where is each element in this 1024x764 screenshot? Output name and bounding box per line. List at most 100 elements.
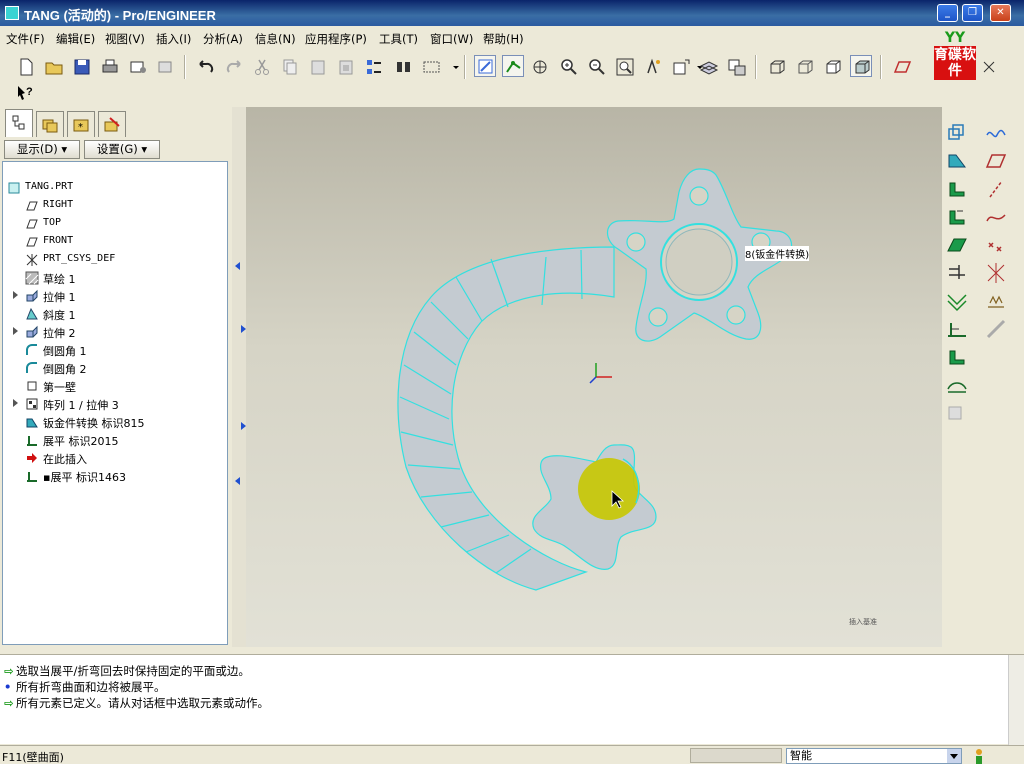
extend-wall-icon[interactable] — [945, 205, 969, 229]
analysis-feature-icon[interactable] — [984, 289, 1008, 313]
no-hidden-icon[interactable] — [822, 56, 844, 78]
expand-icon[interactable] — [13, 327, 18, 335]
menu-window[interactable]: 窗口(W) — [430, 31, 473, 47]
shading-icon[interactable] — [850, 55, 872, 77]
refit-icon[interactable] — [614, 56, 636, 78]
spin-center-icon[interactable] — [502, 55, 524, 77]
menu-tools[interactable]: 工具(T) — [379, 31, 418, 47]
svg-text:*: * — [78, 122, 83, 133]
toolbar-separator — [464, 55, 466, 79]
model-tree-panel: * 显示(D) ▾ 设置(G) ▾ TANG.PRT RIGHT TOP FRO… — [0, 107, 232, 647]
chevron-down-icon[interactable] — [445, 56, 459, 78]
maximize-button[interactable]: ❐ — [962, 4, 983, 22]
layers-icon[interactable] — [698, 56, 720, 78]
copy-icon[interactable] — [279, 56, 301, 78]
flange-wall-icon[interactable] — [945, 177, 969, 201]
send-icon[interactable] — [155, 56, 177, 78]
prompt-arrow-icon: ⇨ — [4, 696, 14, 710]
view-manager-icon[interactable] — [726, 56, 748, 78]
menu-help[interactable]: 帮助(H) — [483, 31, 524, 47]
wireframe-icon[interactable] — [766, 56, 788, 78]
corner-relief-icon[interactable] — [945, 289, 969, 313]
filter-value: 智能 — [790, 749, 812, 762]
menu-applications[interactable]: 应用程序(P) — [305, 31, 367, 47]
tab-connections[interactable] — [98, 111, 126, 137]
feature-toolbar — [942, 107, 1024, 647]
flange-hole — [726, 305, 746, 325]
email-icon[interactable] — [127, 56, 149, 78]
unbend-active-icon[interactable] — [945, 317, 969, 341]
unbend-tool-icon[interactable] — [945, 233, 969, 257]
flat-wall-icon[interactable] — [945, 149, 969, 173]
zoom-out-icon[interactable] — [586, 56, 608, 78]
print-icon[interactable] — [99, 56, 121, 78]
selection-filter[interactable]: 智能 — [786, 748, 962, 764]
menu-view[interactable]: 视图(V) — [105, 31, 145, 47]
panel-splitter[interactable] — [232, 107, 246, 647]
undo-icon[interactable] — [195, 56, 217, 78]
expand-icon[interactable] — [13, 291, 18, 299]
save-icon[interactable] — [71, 56, 93, 78]
context-help-icon[interactable]: ? — [14, 83, 36, 105]
datum-axis-icon[interactable] — [945, 121, 969, 145]
find-icon[interactable] — [393, 56, 415, 78]
message-scrollbar[interactable] — [1008, 655, 1024, 745]
settings-dropdown[interactable]: 设置(G) ▾ — [84, 140, 160, 159]
menu-edit[interactable]: 编辑(E) — [56, 31, 95, 47]
menu-file[interactable]: 文件(F) — [6, 31, 45, 47]
form-icon[interactable] — [945, 345, 969, 369]
redo-icon[interactable] — [223, 56, 245, 78]
graphics-window[interactable]: 8(钣金件转换) 插入基准 — [246, 107, 942, 647]
datum-csys-icon[interactable] — [984, 261, 1008, 285]
corner-note: 插入基准 — [849, 618, 877, 626]
open-folder-icon[interactable] — [43, 56, 65, 78]
rip-icon[interactable] — [945, 373, 969, 397]
show-dropdown[interactable]: 显示(D) ▾ — [4, 140, 80, 159]
message-line: • 所有折弯曲面和边将被展平。 — [4, 680, 166, 694]
datum-plane-tool-icon[interactable] — [984, 149, 1008, 173]
flange-hole — [648, 307, 668, 327]
hidden-line-icon[interactable] — [794, 56, 816, 78]
tab-favorites[interactable]: * — [67, 111, 95, 137]
message-area: ⇨ 选取当展平/折弯回去时保持固定的平面或边。 • 所有折弯曲面和边将被展平。 ⇨ 所… — [0, 654, 1024, 745]
zoom-in-icon[interactable] — [558, 56, 580, 78]
cut-icon[interactable] — [251, 56, 273, 78]
datum-point-icon[interactable] — [984, 233, 1008, 257]
select-box-icon[interactable] — [421, 56, 443, 78]
sketch-icon — [25, 271, 39, 285]
collapse-arrow-icon[interactable] — [235, 477, 240, 485]
menu-analysis[interactable]: 分析(A) — [203, 31, 243, 47]
insert-here-icon — [27, 453, 37, 463]
orient-mode-icon[interactable] — [530, 56, 552, 78]
datum-curve-icon[interactable] — [984, 205, 1008, 229]
toolbar-separator — [880, 55, 882, 79]
reorient-icon[interactable] — [642, 56, 664, 78]
model-graphics[interactable] — [246, 107, 942, 647]
expand-icon[interactable] — [13, 399, 18, 407]
toolbar-separator — [184, 55, 186, 79]
menu-info[interactable]: 信息(N) — [255, 31, 296, 47]
collapse-arrow-icon[interactable] — [235, 262, 240, 270]
repaint-icon[interactable] — [474, 55, 496, 77]
datum-plane-icon — [26, 219, 38, 229]
status-field — [690, 748, 782, 763]
paste-icon[interactable] — [307, 56, 329, 78]
main-toolbar: ? — [0, 50, 1024, 106]
bend-back-icon[interactable] — [945, 261, 969, 285]
new-file-icon[interactable] — [15, 56, 37, 78]
chevron-down-icon[interactable] — [947, 749, 961, 763]
minimize-button[interactable]: _ — [937, 4, 958, 22]
close-button[interactable]: ✕ — [990, 4, 1011, 22]
tab-folder-browser[interactable] — [36, 111, 64, 137]
menu-insert[interactable]: 插入(I) — [156, 31, 191, 47]
csys-display-icon[interactable] — [978, 56, 1000, 78]
flange-hole — [689, 186, 709, 206]
app-icon — [5, 6, 19, 20]
sketched-curve-icon[interactable] — [984, 121, 1008, 145]
regenerate-icon[interactable] — [363, 56, 385, 78]
datum-line-icon[interactable] — [984, 177, 1008, 201]
datum-plane-display-icon[interactable] — [891, 56, 913, 78]
tab-model-tree[interactable] — [5, 109, 33, 137]
paste-special-icon[interactable] — [335, 56, 357, 78]
toolbar-separator — [755, 55, 757, 79]
